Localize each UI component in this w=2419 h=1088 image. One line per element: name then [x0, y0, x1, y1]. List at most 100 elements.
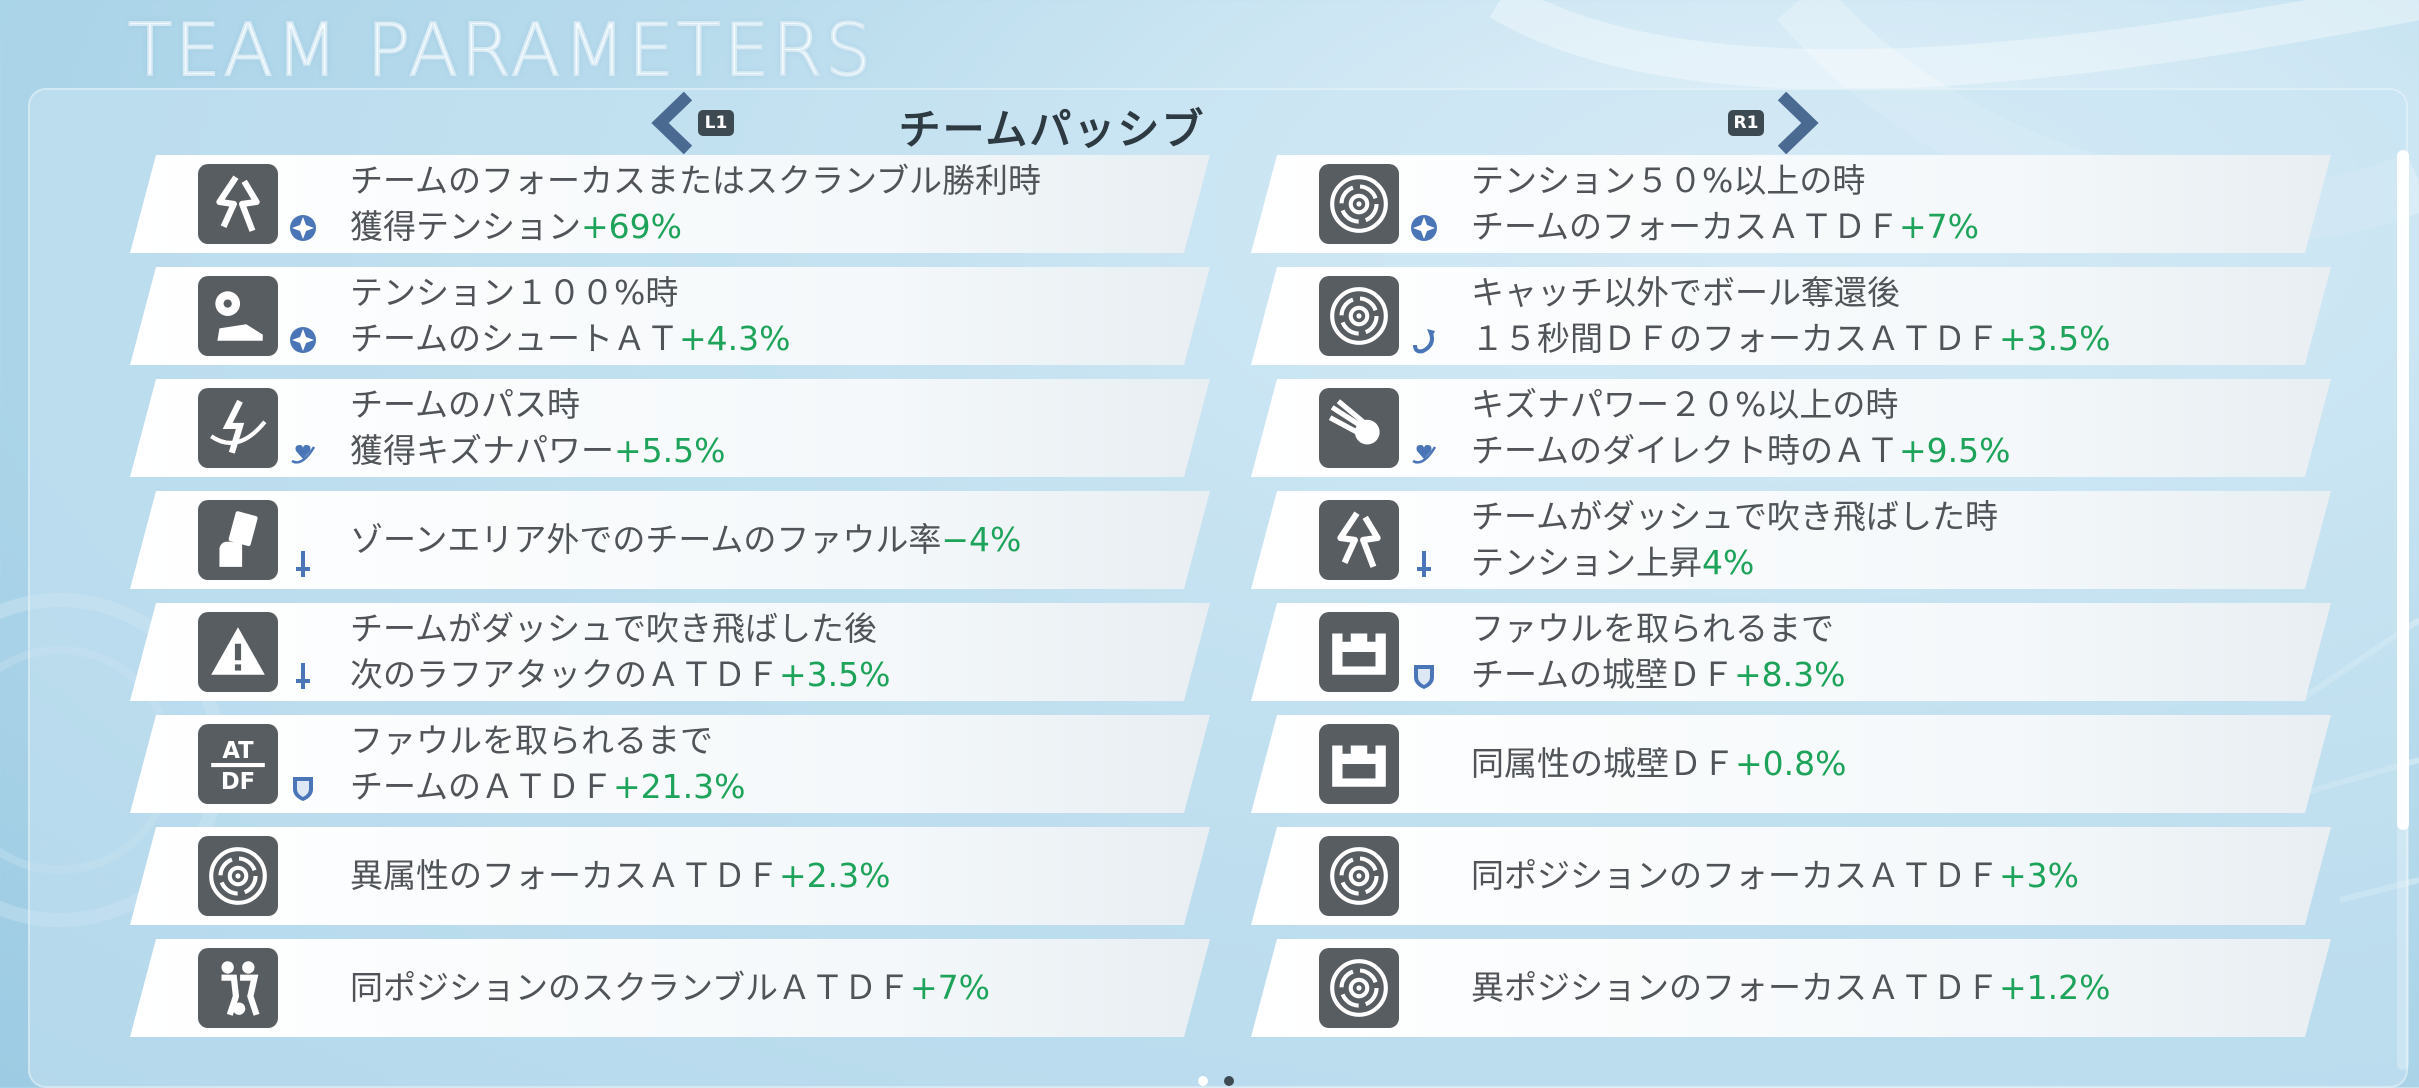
target-icon [1319, 948, 1399, 1028]
card-line1-text: キャッチ以外でボール奪還後 [1471, 273, 1900, 312]
card-value: +69% [581, 207, 682, 246]
card-line1-text: 同ポジションのスクランブルＡＴＤＦ [350, 968, 911, 1007]
card-text: チームのフォーカスまたはスクランブル勝利時 獲得テンション+69% [350, 155, 1190, 253]
card-text: キャッチ以外でボール奪還後 １５秒間ＤＦのフォーカスＡＴＤＦ+3.5% [1471, 267, 2311, 365]
card-line1: 異ポジションのフォーカスＡＴＤＦ+1.2% [1471, 965, 2311, 1011]
card-text: キズナパワー２０%以上の時チームのダイレクト時のＡＴ+9.5% [1471, 379, 2311, 477]
right-passive-card[interactable]: チームがダッシュで吹き飛ばした時 テンション上昇4% [1251, 491, 2331, 589]
card-value: +5.5% [614, 431, 726, 470]
card-line2-text: 次のラフアタックのＡＴＤＦ [350, 655, 779, 694]
target-icon [1319, 164, 1399, 244]
card-line1: 異属性のフォーカスＡＴＤＦ+2.3% [350, 853, 1190, 899]
card-line1: ゾーンエリア外でのチームのファウル率−4% [350, 517, 1190, 563]
at-df-icon: AT DF [198, 724, 278, 804]
lightning-icon [198, 164, 278, 244]
shield-icon [288, 773, 318, 803]
card-line1-text: 異ポジションのフォーカスＡＴＤＦ [1471, 968, 1999, 1007]
card-line2-text: チームのフォーカスＡＴＤＦ [1471, 207, 1900, 246]
card-value: +1.2% [1999, 968, 2111, 1007]
next-page-arrow-icon[interactable] [1772, 91, 1822, 155]
star-badge-icon [288, 213, 318, 243]
card-line2-text: 獲得テンション [350, 207, 581, 246]
card-value: +9.5% [1899, 431, 2011, 470]
right-passive-card[interactable]: 同属性の城壁ＤＦ+0.8% [1251, 715, 2331, 813]
left-passive-card[interactable]: テンション１００%時 チームのシュートＡＴ+4.3% [130, 267, 1210, 365]
page-dot-active [1198, 1076, 1208, 1086]
warning-icon [198, 612, 278, 692]
right-passive-card[interactable]: 同ポジションのフォーカスＡＴＤＦ+3% [1251, 827, 2331, 925]
left-passive-card[interactable]: ゾーンエリア外でのチームのファウル率−4% [130, 491, 1210, 589]
card-line1: チームのフォーカスまたはスクランブル勝利時 [350, 158, 1190, 204]
card-line2: テンション上昇4% [1471, 540, 2311, 586]
card-value: +0.8% [1735, 744, 1847, 783]
shield-icon [1409, 661, 1439, 691]
card-line2: チームのダイレクト時のＡＴ+9.5% [1471, 428, 2311, 474]
card-value: +21.3% [613, 767, 746, 806]
pass-lightning-icon [198, 388, 278, 468]
card-line2: チームのフォーカスＡＴＤＦ+7% [1471, 204, 2311, 250]
left-passive-card[interactable]: チームのフォーカスまたはスクランブル勝利時 獲得テンション+69% [130, 155, 1210, 253]
target-icon [1319, 276, 1399, 356]
card-text: 同ポジションのフォーカスＡＴＤＦ+3% [1471, 827, 2311, 925]
r1-button-badge[interactable]: R1 [1728, 110, 1764, 136]
card-line1-text: チームのパス時 [350, 385, 581, 424]
card-text: 同ポジションのスクランブルＡＴＤＦ+7% [350, 939, 1190, 1037]
card-text: テンション１００%時 チームのシュートＡＴ+4.3% [350, 267, 1190, 365]
target-icon [198, 836, 278, 916]
card-line1-text: 同ポジションのフォーカスＡＴＤＦ [1471, 856, 1999, 895]
card-line1-text: ファウルを取られるまで [1471, 609, 1834, 648]
right-passive-card[interactable]: 異ポジションのフォーカスＡＴＤＦ+1.2% [1251, 939, 2331, 1037]
star-badge-icon [288, 325, 318, 355]
card-hand-icon [198, 500, 278, 580]
right-passive-card[interactable]: キャッチ以外でボール奪還後 １５秒間ＤＦのフォーカスＡＴＤＦ+3.5% [1251, 267, 2331, 365]
card-line1: 同ポジションのフォーカスＡＴＤＦ+3% [1471, 853, 2311, 899]
card-line1-text: テンション５０%以上の時 [1471, 161, 1866, 200]
card-line2: １５秒間ＤＦのフォーカスＡＴＤＦ+3.5% [1471, 316, 2311, 362]
card-text: チームのパス時 獲得キズナパワー+5.5% [350, 379, 1190, 477]
page-title: TEAM PARAMETERS [127, 7, 874, 93]
card-line2-text: チームのＡＴＤＦ [350, 767, 614, 806]
left-passive-card[interactable]: チームのパス時 獲得キズナパワー+5.5% [130, 379, 1210, 477]
card-value: 4% [1702, 543, 1755, 582]
card-line2: 獲得キズナパワー+5.5% [350, 428, 1190, 474]
card-line2-text: チームのシュートＡＴ [350, 319, 680, 358]
right-passive-card[interactable]: テンション５０%以上の時 チームのフォーカスＡＴＤＦ+7% [1251, 155, 2331, 253]
sword-icon [288, 661, 318, 691]
svg-text:AT: AT [222, 738, 254, 764]
right-passive-card[interactable]: ファウルを取られるまで チームの城壁ＤＦ+8.3% [1251, 603, 2331, 701]
recover-arrow-icon [1409, 325, 1439, 355]
card-line1-text: キズナパワー２０%以上の時 [1471, 385, 1899, 424]
card-text: 異ポジションのフォーカスＡＴＤＦ+1.2% [1471, 939, 2311, 1037]
card-text: ゾーンエリア外でのチームのファウル率−4% [350, 491, 1190, 589]
card-line1: 同属性の城壁ＤＦ+0.8% [1471, 741, 2311, 787]
card-text: ファウルを取られるまで チームの城壁ＤＦ+8.3% [1471, 603, 2311, 701]
card-line1: 同ポジションのスクランブルＡＴＤＦ+7% [350, 965, 1190, 1011]
svg-text:DF: DF [221, 769, 255, 795]
card-value: −4% [941, 520, 1022, 559]
star-badge-icon [1409, 213, 1439, 243]
card-line2-text: 獲得キズナパワー [350, 431, 614, 470]
left-passive-card[interactable]: 同ポジションのスクランブルＡＴＤＦ+7% [130, 939, 1210, 1037]
card-text: テンション５０%以上の時 チームのフォーカスＡＴＤＦ+7% [1471, 155, 2311, 253]
card-value: +3.5% [779, 655, 891, 694]
card-line2-text: １５秒間ＤＦのフォーカスＡＴＤＦ [1471, 319, 1999, 358]
card-line1-text: 異属性のフォーカスＡＴＤＦ [350, 856, 779, 895]
card-value: +3% [1999, 856, 2080, 895]
soccer-shoot-icon [198, 276, 278, 356]
left-passive-card[interactable]: AT DF ファウルを取られるまで チームのＡＴＤＦ+21.3% [130, 715, 1210, 813]
card-text: チームがダッシュで吹き飛ばした時 テンション上昇4% [1471, 491, 2311, 589]
left-passive-card[interactable]: 異属性のフォーカスＡＴＤＦ+2.3% [130, 827, 1210, 925]
card-line1: チームがダッシュで吹き飛ばした後 [350, 606, 1190, 652]
card-text: ファウルを取られるまで チームのＡＴＤＦ+21.3% [350, 715, 1190, 813]
card-line1-text: チームのフォーカスまたはスクランブル勝利時 [350, 161, 1042, 200]
card-line1: キャッチ以外でボール奪還後 [1471, 270, 2311, 316]
page-indicator [1198, 1076, 1234, 1086]
scramble-players-icon [198, 948, 278, 1028]
card-value: +7% [1899, 207, 1980, 246]
card-line2: 次のラフアタックのＡＴＤＦ+3.5% [350, 652, 1190, 698]
left-passive-card[interactable]: チームがダッシュで吹き飛ばした後 次のラフアタックのＡＴＤＦ+3.5% [130, 603, 1210, 701]
heart-wave-icon [288, 437, 318, 467]
scrollbar-thumb[interactable] [2397, 150, 2409, 830]
right-passive-card[interactable]: キズナパワー２０%以上の時チームのダイレクト時のＡＴ+9.5% [1251, 379, 2331, 477]
card-line1-text: チームがダッシュで吹き飛ばした後 [350, 609, 878, 648]
